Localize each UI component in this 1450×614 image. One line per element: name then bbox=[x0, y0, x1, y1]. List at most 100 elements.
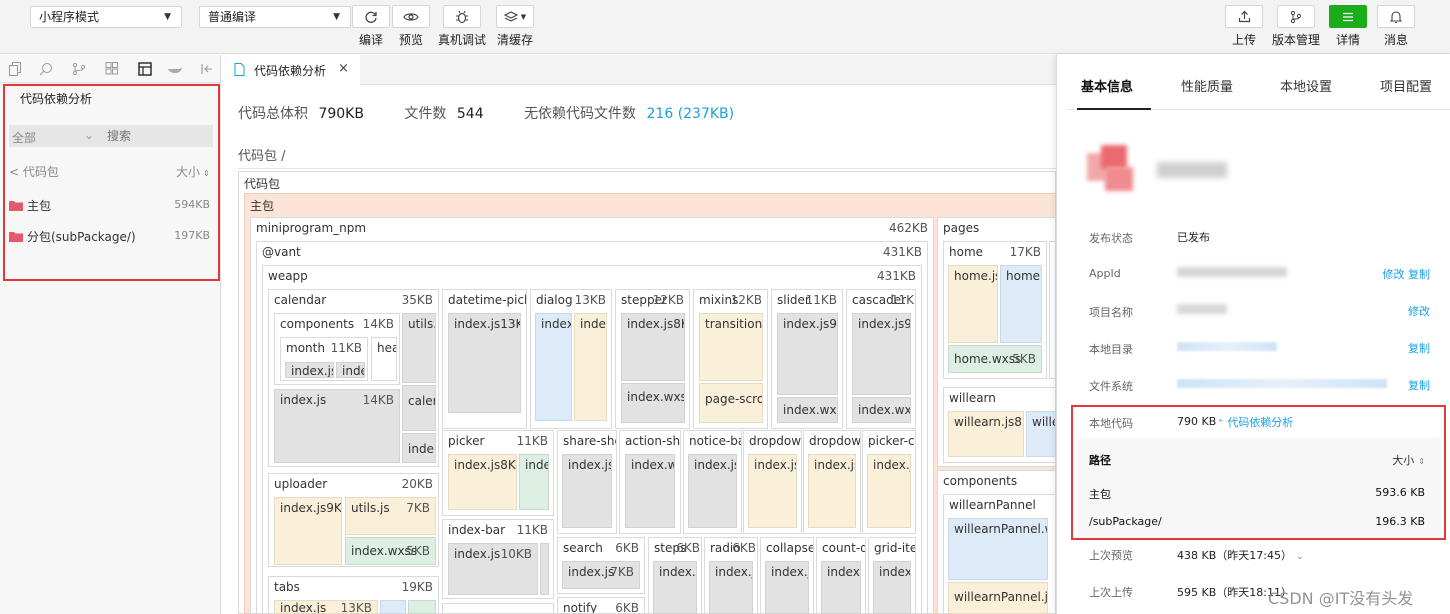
treemap-file[interactable]: index.js bbox=[285, 362, 334, 378]
treemap-node[interactable] bbox=[1049, 241, 1056, 379]
treemap-file[interactable]: index.js bbox=[867, 454, 911, 528]
treemap-file[interactable]: index.js bbox=[748, 454, 797, 528]
filesystem-copy[interactable]: 复制 bbox=[1408, 377, 1430, 393]
treemap-file[interactable]: index.js 7KB bbox=[562, 561, 640, 589]
file-name: index.js bbox=[454, 547, 501, 561]
treemap-file[interactable]: index.wxss 5KB bbox=[345, 537, 436, 565]
messages-button[interactable] bbox=[1377, 5, 1415, 28]
treemap-file[interactable]: index.js9KB bbox=[274, 497, 342, 565]
appid-actions[interactable]: 修改 复制 bbox=[1383, 266, 1431, 282]
treemap-file[interactable]: inde bbox=[336, 362, 365, 378]
close-icon[interactable]: × bbox=[338, 61, 349, 76]
treemap-file[interactable] bbox=[408, 600, 436, 614]
breadcrumb[interactable]: 代码包 / bbox=[238, 145, 286, 164]
collapse-icon[interactable] bbox=[199, 61, 215, 77]
treemap-file[interactable]: index.w bbox=[625, 454, 675, 528]
treemap-file[interactable]: wille bbox=[1026, 411, 1056, 457]
treemap-file[interactable]: index.js bbox=[562, 454, 612, 528]
treemap-file[interactable]: index.wxss bbox=[621, 383, 685, 423]
last-preview-label: 上次预览 bbox=[1089, 549, 1133, 562]
details-button[interactable] bbox=[1329, 5, 1367, 28]
file-name: index.wxm bbox=[858, 403, 911, 417]
treemap-file[interactable]: index. bbox=[873, 561, 911, 614]
treemap-file[interactable]: willearnPannel.js bbox=[948, 582, 1048, 614]
treemap-file[interactable]: index.js9K bbox=[852, 313, 911, 395]
node-size: 431KB bbox=[882, 245, 922, 259]
compile-button[interactable] bbox=[352, 5, 390, 28]
treemap-file[interactable]: home.wxss 5KB bbox=[948, 345, 1042, 373]
version-button[interactable] bbox=[1277, 5, 1315, 28]
tab-performance[interactable]: 性能质量 bbox=[1181, 76, 1233, 95]
treemap-file[interactable]: transition.j bbox=[699, 313, 763, 381]
treemap-file[interactable]: index.j bbox=[765, 561, 809, 614]
treemap-file[interactable]: index.j bbox=[821, 561, 861, 614]
remote-debug-button[interactable] bbox=[443, 5, 481, 28]
treemap-node-notify[interactable]: notify 6KB bbox=[557, 597, 645, 614]
file-name: index.wxm bbox=[783, 403, 837, 417]
treemap-file[interactable]: index.js8KB bbox=[448, 454, 517, 510]
treemap-file[interactable]: utils.js 7KB bbox=[345, 497, 436, 535]
tab-local-settings[interactable]: 本地设置 bbox=[1280, 76, 1332, 95]
node-name: datetime-picke bbox=[448, 293, 526, 307]
project-name-edit[interactable]: 修改 bbox=[1408, 303, 1430, 319]
treemap-file[interactable]: index.wxm bbox=[777, 397, 838, 423]
node-size: 462KB bbox=[888, 221, 928, 235]
analysis-icon[interactable] bbox=[137, 61, 153, 77]
treemap-file[interactable]: inde bbox=[519, 454, 549, 510]
treemap-file[interactable]: index.w bbox=[653, 561, 697, 614]
treemap-file[interactable]: index.js13KB bbox=[448, 313, 521, 413]
local-dir-copy[interactable]: 复制 bbox=[1408, 340, 1430, 356]
tab-dependency-analysis[interactable]: 代码依赖分析 × bbox=[222, 55, 360, 86]
treemap-file[interactable]: utils. bbox=[402, 313, 436, 383]
treemap-file[interactable]: willearn.js8KB bbox=[948, 411, 1024, 457]
treemap-file[interactable]: index.js bbox=[808, 454, 856, 528]
last-upload-label: 上次上传 bbox=[1089, 586, 1133, 599]
tab-basic-info[interactable]: 基本信息 bbox=[1081, 76, 1133, 95]
treemap-node-header[interactable]: hea bbox=[371, 337, 397, 381]
node-name: tabs bbox=[274, 580, 300, 594]
last-preview-value[interactable]: 438 KB（昨天17:45） ⌄ bbox=[1177, 547, 1304, 563]
node-name: hea bbox=[377, 341, 396, 355]
app-name bbox=[1157, 162, 1227, 178]
search-icon[interactable] bbox=[38, 61, 54, 77]
treemap-file[interactable]: index.js9K bbox=[777, 313, 838, 395]
treemap-file[interactable]: inde bbox=[402, 433, 436, 463]
treemap-file[interactable]: index.js8KB bbox=[621, 313, 685, 381]
treemap-file[interactable]: index.js 14KB bbox=[274, 389, 400, 463]
treemap-file[interactable] bbox=[380, 600, 406, 614]
treemap-file[interactable]: home.js bbox=[948, 265, 998, 343]
nodep-value[interactable]: 216 (237KB) bbox=[647, 106, 735, 122]
treemap-file[interactable]: index.j bbox=[709, 561, 753, 614]
treemap-file[interactable]: index.wxm bbox=[852, 397, 911, 423]
treemap-file[interactable]: index bbox=[574, 313, 607, 421]
upload-button[interactable] bbox=[1225, 5, 1263, 28]
node-size: 11KB bbox=[805, 293, 837, 307]
treemap-file[interactable]: home. bbox=[1000, 265, 1042, 343]
treemap-file[interactable]: index. bbox=[535, 313, 572, 421]
tab-label: 代码依赖分析 bbox=[254, 64, 327, 78]
node-name: collapse- bbox=[766, 541, 813, 555]
branch-icon[interactable] bbox=[71, 61, 87, 77]
treemap-file[interactable]: page-scrol bbox=[699, 383, 763, 423]
docker-icon[interactable] bbox=[167, 61, 183, 77]
treemap-file[interactable] bbox=[540, 543, 549, 595]
file-name: index.wxss bbox=[627, 390, 684, 404]
summary-bar: 代码总体积 790KB 文件数 544 无依赖代码文件数 216 (237KB) bbox=[238, 103, 734, 123]
treemap-root-label: 代码包 bbox=[244, 177, 281, 191]
file-name: index. bbox=[541, 317, 571, 331]
node-name: share-shee bbox=[563, 434, 616, 448]
treemap-file[interactable]: index.js bbox=[688, 454, 737, 528]
treemap-node[interactable] bbox=[442, 603, 554, 614]
clear-cache-button[interactable]: ▼ bbox=[496, 5, 534, 28]
files-icon[interactable] bbox=[7, 61, 23, 77]
preview-button[interactable] bbox=[392, 5, 430, 28]
tab-project-config[interactable]: 项目配置 bbox=[1380, 76, 1432, 95]
treemap-file[interactable]: index.js 10KB bbox=[448, 543, 538, 595]
treemap-file[interactable]: caler bbox=[402, 385, 436, 431]
highlight-box bbox=[1071, 405, 1446, 540]
treemap-file[interactable]: index.js13KB bbox=[274, 600, 378, 614]
compile-select[interactable]: 普通编译 ▼ bbox=[199, 6, 351, 28]
mode-select[interactable]: 小程序模式 ▼ bbox=[30, 6, 182, 28]
grid-icon[interactable] bbox=[104, 61, 120, 77]
treemap-file[interactable]: willearnPannel.wx bbox=[948, 518, 1048, 580]
